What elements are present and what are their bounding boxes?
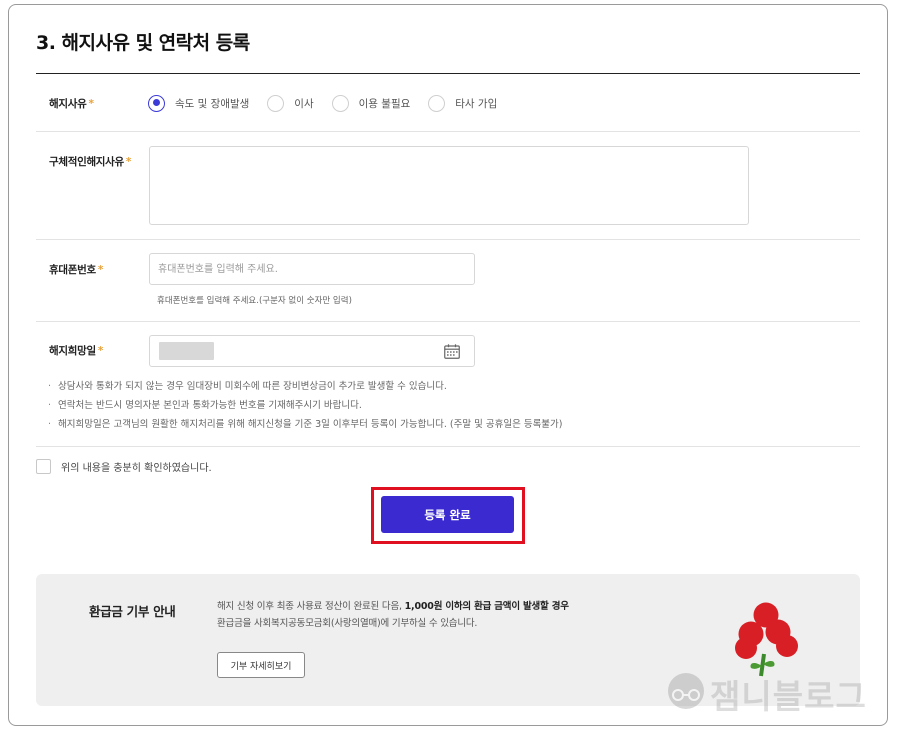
radio-checked-icon[interactable]: [148, 94, 165, 112]
notice-item: · 연락처는 반드시 명의자분 본인과 통화가능한 번호를 기재해주시기 바랍니다…: [48, 398, 563, 417]
date-label-text: 해지희망일: [49, 345, 96, 357]
donation-details-button[interactable]: 기부 자세히보기: [217, 652, 305, 678]
bullet-icon: ·: [48, 381, 52, 392]
reason-label: 해지사유 *: [49, 96, 94, 111]
bullet-icon: ·: [48, 419, 52, 430]
row-divider: [36, 321, 860, 322]
notice-item: · 상담사와 통화가 되지 않는 경우 임대장비 미회수에 따른 장비변상금이 추…: [48, 379, 563, 398]
phone-label-text: 휴대폰번호: [49, 264, 96, 276]
blog-watermark: 잼니블로그: [662, 667, 894, 727]
detail-label-text: 구체적인해지사유: [49, 156, 124, 168]
reason-option-label: 속도 및 장애발생: [175, 97, 250, 110]
bullet-icon: ·: [48, 400, 52, 411]
notice-text: 연락처는 반드시 명의자분 본인과 통화가능한 번호를 기재해주시기 바랍니다.: [58, 400, 362, 411]
watermark-avatar-icon: [668, 673, 704, 709]
donation-description: 해지 신청 이후 최종 사용료 정산이 완료된 다음, 1,000원 이하의 환…: [217, 598, 569, 632]
title-divider: [36, 73, 860, 74]
donation-line-2: 환급금을 사회복지공동모금회(사랑의열매)에 기부하실 수 있습니다.: [217, 618, 478, 629]
phone-input[interactable]: [149, 253, 475, 285]
reason-option-speed[interactable]: 속도 및 장애발생: [148, 94, 250, 112]
date-label: 해지희망일 *: [49, 343, 103, 358]
required-mark: *: [97, 345, 104, 357]
phone-helper-text: 휴대폰번호를 입력해 주세요.(구분자 없이 숫자만 입력): [157, 296, 352, 306]
reason-option-label: 이사: [294, 97, 314, 110]
love-fruit-logo: [735, 602, 798, 677]
agree-checkbox[interactable]: [36, 459, 51, 474]
donation-line-1-bold: 1,000원 이하의 환급 금액이 발생할 경우: [404, 601, 569, 612]
required-mark: *: [97, 264, 104, 276]
notice-item: · 해지희망일은 고객님의 원활한 해지처리를 위해 해지신청을 기준 3일 이후…: [48, 417, 563, 436]
reason-radio-group: 속도 및 장애발생 이사 이용 불필요 타사 가입: [148, 93, 515, 113]
required-mark: *: [125, 156, 132, 168]
required-mark: *: [88, 98, 94, 110]
row-divider: [36, 239, 860, 240]
reason-option-other-carrier[interactable]: 타사 가입: [428, 94, 498, 112]
notice-text: 상담사와 통화가 되지 않는 경우 임대장비 미회수에 따른 장비변상금이 추가…: [58, 381, 447, 392]
date-input[interactable]: [149, 335, 475, 367]
detail-reason-textarea[interactable]: [149, 146, 749, 225]
agree-checkbox-row[interactable]: 위의 내용을 충분히 확인하였습니다.: [36, 459, 212, 474]
row-divider: [36, 131, 860, 132]
notice-list: · 상담사와 통화가 되지 않는 경우 임대장비 미회수에 따른 장비변상금이 추…: [48, 379, 563, 436]
reason-option-label: 이용 불필요: [358, 97, 411, 110]
reason-option-label: 타사 가입: [455, 97, 498, 110]
donation-line-1-text: 해지 신청 이후 최종 사용료 정산이 완료된 다음,: [217, 601, 405, 612]
notice-text: 해지희망일은 고객님의 원활한 해지처리를 위해 해지신청을 기준 3일 이후부…: [58, 419, 563, 430]
row-divider: [36, 446, 860, 447]
reason-option-unneeded[interactable]: 이용 불필요: [331, 94, 411, 112]
radio-unchecked-icon[interactable]: [428, 94, 446, 112]
donation-line-1: 해지 신청 이후 최종 사용료 정산이 완료된 다음, 1,000원 이하의 환…: [217, 598, 569, 615]
calendar-icon[interactable]: [444, 344, 460, 359]
submit-button[interactable]: 등록 완료: [381, 496, 514, 533]
radio-unchecked-icon[interactable]: [331, 94, 349, 112]
watermark-text: 잼니블로그: [710, 677, 867, 716]
detail-label: 구체적인해지사유 *: [49, 154, 131, 169]
phone-label: 휴대폰번호 *: [49, 262, 103, 277]
agree-label: 위의 내용을 충분히 확인하였습니다.: [61, 463, 212, 474]
donation-title: 환급금 기부 안내: [89, 604, 176, 619]
section-title: 3. 해지사유 및 연락처 등록: [36, 32, 250, 54]
reason-label-text: 해지사유: [49, 98, 87, 110]
reason-option-moving[interactable]: 이사: [267, 94, 314, 112]
date-value-redacted: [159, 342, 214, 360]
radio-unchecked-icon[interactable]: [267, 94, 285, 112]
